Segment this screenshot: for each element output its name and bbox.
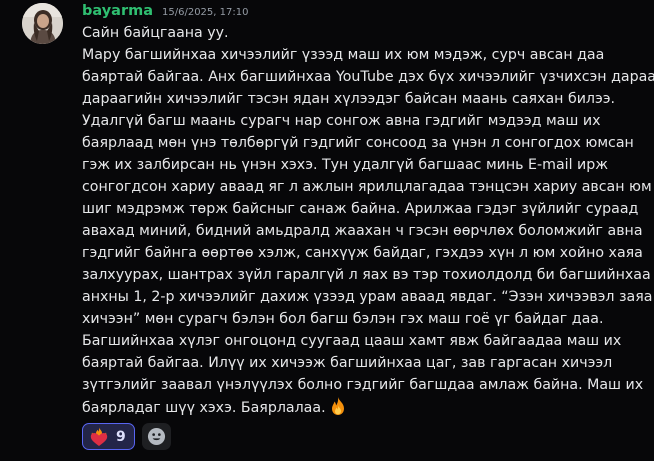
username[interactable]: bayarma xyxy=(82,3,153,19)
fire-emoji-icon[interactable] xyxy=(328,396,348,423)
avatar[interactable] xyxy=(22,3,63,44)
message-line: Удалгүй багш маань сурагч нар сонгож авн… xyxy=(82,113,601,129)
message-line: Багшийнхаа хүлэг онгоцонд суугаад цааш х… xyxy=(82,333,622,349)
reactions-bar: 9 xyxy=(82,423,171,450)
add-reaction-smiley-icon xyxy=(147,427,165,446)
message-line: баяртай байгаа. Илүү их хичээж багшийнха… xyxy=(82,355,613,371)
message-line: залхуурах, шантрах зүйл гаралгүй л яах в… xyxy=(82,267,651,283)
message-line: сонгогдсон хариу аваад яг л ажлын ярилцл… xyxy=(82,179,652,195)
message-line: баярлаад мөн үнэ төлбөргүй гэдгийг сонсо… xyxy=(82,135,634,151)
message-line: зүтгэлийг заавал үнэлүүлэх болно гэдгийг… xyxy=(82,377,644,393)
message-line: баяртай байгаа. Анх багшийнхаа YouTube д… xyxy=(82,69,654,85)
message-line: анхны 1, 2-р хичээлийг дахиж үзээд урам … xyxy=(82,289,653,305)
message-line: аваxад миний, бидний амьдралд жаахан ч г… xyxy=(82,223,643,239)
heart-on-fire-emoji-icon xyxy=(90,427,108,446)
message-line: хичээн” мөн сурагч бэлэн бол багш бэлэн … xyxy=(82,311,604,327)
message-line: дараагийн хичээлийг тэсэн ядан хүлээдэг … xyxy=(82,91,616,107)
add-reaction-button[interactable] xyxy=(141,423,171,450)
reaction-count: 9 xyxy=(116,428,126,445)
message-line-last: баярладаг шүү хэхэ. Баярлалаа. xyxy=(82,396,648,423)
timestamp[interactable]: 15/6/2025, 17:10 xyxy=(162,7,248,18)
message-line: Сайн байцгаана уу. xyxy=(82,25,229,41)
message-line-text: баярладаг шүү хэхэ. Баярлалаа. xyxy=(82,400,326,416)
profile-photo-icon xyxy=(22,3,63,44)
message-line: шиг мэдрэмж төрж байсныг санаж байна. Ар… xyxy=(82,201,639,217)
message-line: гэдгийг байнга өөртөө хэлж, санхүүж байд… xyxy=(82,245,643,261)
message-line: Мару багшийнхаа хичээлийг үзээд маш их ю… xyxy=(82,47,605,63)
message-line: гэж их залбирсан нь үнэн хэхэ. Тун удалг… xyxy=(82,157,609,173)
reaction-heart-on-fire[interactable]: 9 xyxy=(82,423,135,450)
message-content: Сайн байцгаана уу. Мару багшийнхаа хичээ… xyxy=(82,22,654,423)
chat-message: bayarma 15/6/2025, 17:10 Сайн байцгаана … xyxy=(0,0,654,461)
message-header: bayarma 15/6/2025, 17:10 xyxy=(82,3,248,23)
